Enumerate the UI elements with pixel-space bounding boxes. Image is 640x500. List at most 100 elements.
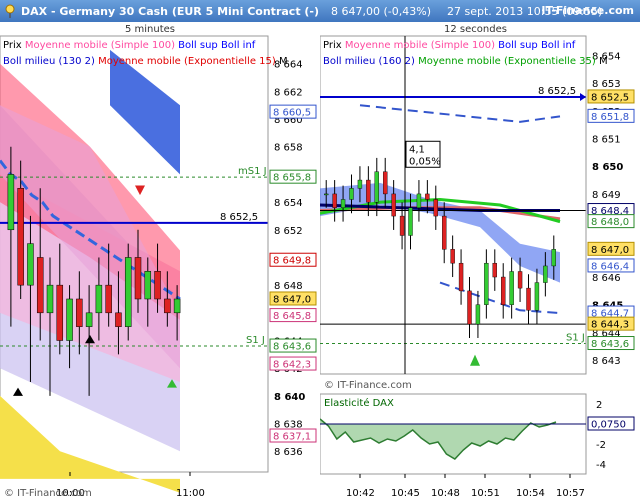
candle-body: [340, 199, 346, 208]
tooltip-value: 4,1: [409, 144, 425, 155]
candle-body: [36, 257, 44, 314]
price-badge-label: 8 647,0: [591, 245, 629, 256]
y-tick-label: 8 651: [592, 135, 621, 146]
price-badge-label: 8 642,3: [273, 360, 311, 371]
s1-label: S1 J: [566, 333, 585, 344]
candle-body: [164, 298, 171, 314]
y-tick-label: 8 636: [274, 447, 303, 458]
candle-body: [85, 312, 93, 327]
x-tick-label: 10:48: [431, 488, 460, 499]
y-tick-label: 8 640: [274, 392, 305, 403]
candle-body: [467, 290, 472, 325]
instrument-title: DAX - Germany 30 Cash (EUR 5 Mini Contra…: [21, 4, 320, 18]
x-tick-label: 10:42: [346, 488, 375, 499]
y-tick-label: 8 662: [274, 87, 303, 98]
candle-body: [17, 188, 24, 286]
y-tick-label: 8 652: [274, 226, 303, 237]
price-badge-label: 8 652,5: [591, 92, 629, 103]
title-bar: DAX - Germany 30 Cash (EUR 5 Mini Contra…: [0, 0, 640, 22]
y-tick-label: 8 643: [592, 356, 621, 367]
right-legend-line-1: Prix Moyenne mobile (Simple 100) Boll su…: [323, 40, 576, 51]
candle-body: [105, 284, 112, 314]
indicator-tick-label: -2: [596, 440, 606, 451]
candle-body: [383, 171, 388, 195]
candle-body: [526, 287, 531, 311]
candle-body: [357, 179, 363, 189]
left-chart-panel[interactable]: 5 minutes 8 652,5mS1 JS1 J8 6648 6628 66…: [0, 22, 320, 500]
candle-body: [349, 188, 354, 200]
candle-body: [408, 207, 413, 236]
candle-body: [450, 249, 455, 264]
legend-entry: Boll sup Boll inf: [175, 40, 256, 51]
candle-body: [134, 257, 142, 300]
x-tick-label: 10:51: [471, 488, 500, 499]
candle-body: [332, 193, 337, 208]
legend-entry: Boll sup Boll inf: [495, 40, 576, 51]
candle-body: [517, 271, 523, 289]
legend-entry: Prix: [323, 40, 342, 51]
right-watermark: © IT-Finance.com: [324, 380, 412, 391]
candle-body: [173, 298, 181, 314]
candle-body: [76, 298, 83, 327]
candle-body: [124, 257, 132, 327]
candle-body: [458, 262, 464, 292]
last-price: 8 647,00 (-0,43%): [331, 4, 432, 18]
candle-body: [484, 262, 489, 305]
candle-body: [543, 265, 548, 283]
price-badge-label: 8 649,8: [273, 256, 311, 267]
price-badge-label: 8 645,8: [273, 311, 311, 322]
indicator-tick-label: -4: [596, 460, 606, 471]
candle-body: [501, 276, 506, 305]
candle-body: [115, 312, 122, 327]
legend-entry: Boll milieu (130 2): [3, 56, 95, 67]
candle-body: [144, 271, 152, 300]
pushpin-icon[interactable]: [3, 4, 17, 18]
legend-entry: Prix: [3, 40, 22, 51]
price-badge-label: 8 646,4: [591, 261, 629, 272]
resistance-line-label: 8 652,5: [538, 86, 576, 97]
candle-body: [442, 215, 447, 250]
tooltip-percent: 0,05%: [409, 156, 441, 167]
candle-body: [56, 284, 64, 341]
price-badge-label: 8 648,0: [591, 217, 629, 228]
y-tick-label: 8 654: [274, 198, 303, 209]
price-badge-label: 8 644,3: [591, 320, 629, 331]
y-tick-label: 8 650: [592, 162, 623, 173]
indicator-value-label: 0,0750: [591, 420, 626, 431]
candle-body: [399, 215, 405, 236]
y-tick-label: 8 653: [592, 79, 621, 90]
y-tick-label: 8 648: [274, 281, 303, 292]
legend-entry: Moyenne mobile (Simple 100): [342, 40, 495, 51]
right-legend-line-2: Boll milieu (160 2) Moyenne mobile (Expo…: [323, 56, 608, 67]
price-badge-label: 8 643,6: [273, 342, 311, 353]
candle-body: [391, 193, 396, 217]
x-tick-label: 10:57: [556, 488, 585, 499]
left-watermark: © IT-Finance.com: [4, 488, 92, 499]
price-badge-label: 8 647,0: [273, 294, 311, 305]
candle-body: [66, 298, 73, 341]
legend-entry: Moyenne mobile (Exponentielle 35): [415, 56, 596, 67]
x-tick-label: 11:00: [176, 488, 205, 499]
legend-entry: Moyenne mobile (Simple 100): [22, 40, 175, 51]
legend-entry: Boll milieu (160 2): [323, 56, 415, 67]
ms1-label: mS1 J: [238, 166, 267, 177]
y-tick-label: 8 658: [274, 143, 303, 154]
candle-body: [509, 271, 514, 305]
legend-entry: M: [596, 56, 608, 67]
candle-body: [534, 282, 540, 311]
left-legend-line-1: Prix Moyenne mobile (Simple 100) Boll su…: [3, 40, 256, 51]
right-timeframe-label: 12 secondes: [444, 24, 507, 35]
y-tick-label: 8 646: [592, 273, 621, 284]
legend-entry: Moyenne mobile (Exponentielle 15): [95, 56, 276, 67]
candle-body: [366, 179, 371, 203]
candle-body: [374, 171, 379, 203]
x-tick-label: 10:45: [391, 488, 420, 499]
candle-body: [475, 304, 481, 325]
candle-body: [27, 243, 34, 286]
candle-body: [324, 193, 329, 196]
price-badge-label: 8 643,6: [591, 339, 629, 350]
candle-body: [46, 284, 54, 314]
candle-body: [154, 271, 161, 300]
legend-entry: M: [276, 56, 288, 67]
right-chart-panel[interactable]: 12 secondes 8 652,5S1 J4,10,05%8 6548 65…: [320, 22, 640, 500]
